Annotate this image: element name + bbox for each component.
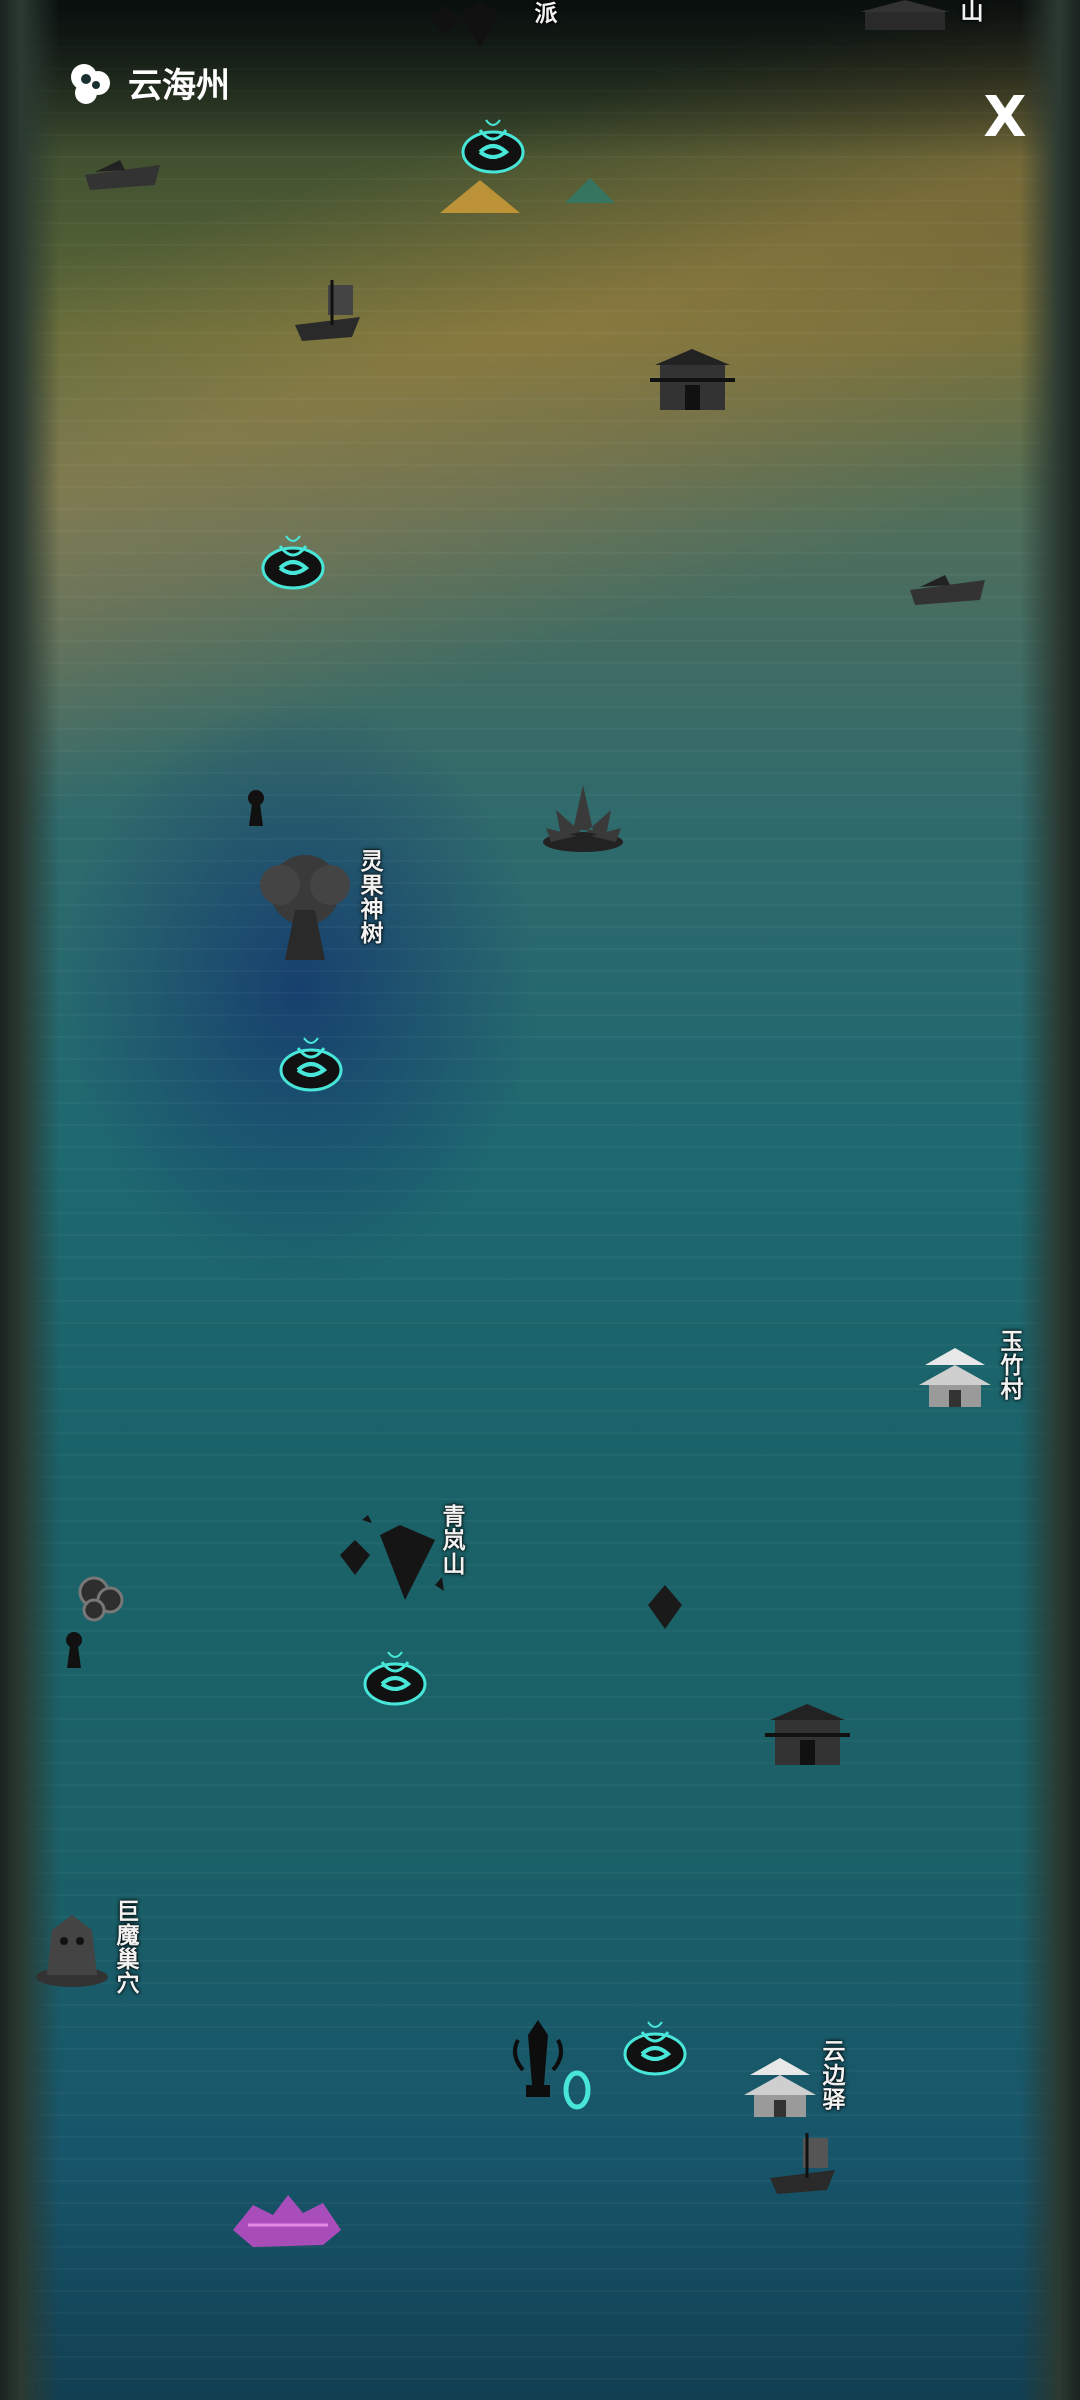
inn-building-icon[interactable] [650, 345, 735, 415]
shipwreck-icon-2[interactable] [905, 565, 990, 610]
cloud-marker-icon[interactable] [72, 1570, 132, 1625]
portal-marker-3[interactable] [276, 1026, 346, 1096]
pagoda-icon-yuzhu[interactable] [915, 1340, 995, 1410]
teleport-ring-icon[interactable] [562, 2068, 592, 2112]
rock-icon[interactable] [648, 1585, 682, 1629]
lingguo-tree-label: 灵果神树 [360, 849, 384, 947]
jumo-lair-label: 巨魔巢穴 [116, 1899, 140, 1997]
npc-marker-icon-2[interactable] [62, 1630, 86, 1670]
left-scroll-border [0, 0, 60, 2400]
city-icon-partial[interactable] [860, 0, 950, 40]
mountain-icon-partial[interactable] [430, 0, 510, 50]
qinglan-mountain-label: 青岚山 [442, 1504, 466, 1578]
yuzhu-village-label: 玉竹村 [1000, 1329, 1024, 1403]
region-title: 云海州 [64, 55, 230, 109]
close-button[interactable]: X [975, 88, 1035, 148]
portal-marker-5[interactable] [620, 2010, 690, 2080]
lotus-icon[interactable] [536, 770, 631, 860]
partial-label-right: 山 [960, 0, 984, 25]
yunbian-post-label: 云边驿 [822, 2039, 846, 2113]
portal-marker-4[interactable] [360, 1640, 430, 1710]
region-title-text: 云海州 [128, 65, 230, 106]
teal-peak-icon [565, 175, 615, 205]
partial-label-left: 派 [534, 1, 558, 27]
pillar-statue-icon[interactable] [508, 2015, 568, 2115]
portal-marker-2[interactable] [258, 524, 328, 594]
pagoda-icon-yunbian[interactable] [740, 2050, 820, 2120]
world-map[interactable]: 派 山 云海州 X 玉竹村 云边驿 灵 果 神 树 青 岚 山 巨 魔 巢 穴 [0, 0, 1080, 2400]
troll-lair-icon[interactable] [32, 1905, 112, 1990]
floating-mountain-icon[interactable] [340, 1515, 445, 1605]
golden-peak-highlight [440, 175, 520, 215]
right-scroll-border [1020, 0, 1080, 2400]
inn-building-icon-2[interactable] [765, 1700, 850, 1770]
ship-icon-2[interactable] [765, 2130, 840, 2200]
purple-demon-icon[interactable] [228, 2185, 346, 2255]
cloud-icon [71, 64, 110, 104]
npc-marker-icon[interactable] [244, 788, 268, 828]
ship-icon[interactable] [290, 275, 365, 350]
portal-marker-1[interactable] [458, 108, 528, 178]
spirit-tree-icon[interactable] [250, 850, 360, 965]
shipwreck-icon[interactable] [80, 150, 165, 195]
